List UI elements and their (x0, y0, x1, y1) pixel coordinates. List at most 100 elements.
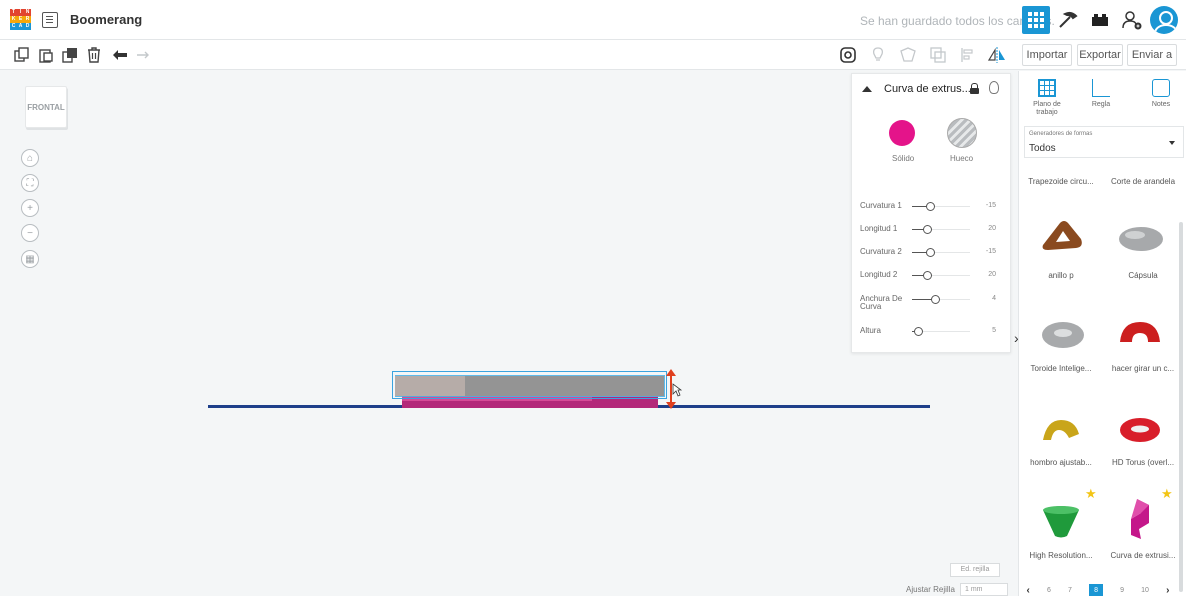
param-value[interactable]: -15 (986, 248, 996, 255)
right-panel: Plano de trabajo Regla Notes Generadores… (1018, 71, 1186, 596)
param-slider-fill (912, 299, 932, 300)
param-value[interactable]: 20 (988, 225, 996, 232)
workplane-icon (1038, 79, 1056, 97)
tinkercad-logo[interactable]: TIN KER CAD (10, 8, 32, 31)
user-avatar[interactable] (1150, 6, 1178, 34)
snap-grid-label: Ajustar Rejilla (906, 585, 955, 594)
redo-icon[interactable] (136, 47, 152, 63)
prev-page-icon[interactable]: ‹ (1027, 585, 1030, 596)
bricks-view-button[interactable] (1086, 6, 1114, 34)
page-number[interactable]: 9 (1120, 587, 1124, 594)
workplane-tool[interactable]: Plano de trabajo (1027, 79, 1067, 117)
shape-adjustable-shoulder[interactable] (1041, 416, 1081, 444)
shape-label[interactable]: Corte de arandela (1104, 177, 1182, 186)
page-number[interactable]: 7 (1068, 587, 1072, 594)
notes-tool[interactable]: Notes (1141, 79, 1181, 109)
param-slider-knob[interactable] (923, 271, 932, 280)
shape-high-resolution[interactable] (1041, 504, 1081, 540)
mouse-cursor-icon (672, 383, 682, 397)
chevron-down-icon (1169, 141, 1175, 145)
design-list-icon[interactable] (42, 11, 58, 28)
hole-button[interactable] (947, 118, 977, 148)
home-view-icon[interactable]: ⌂ (21, 149, 39, 167)
page-number[interactable]: 6 (1047, 587, 1051, 594)
param-row: Curvatura 2 -15 (860, 246, 1008, 260)
light-bulb-icon[interactable] (870, 47, 886, 63)
param-slider-knob[interactable] (926, 248, 935, 257)
blocks-view-button[interactable] (1054, 6, 1082, 34)
ruler-icon (1092, 79, 1110, 97)
zoom-in-icon[interactable]: + (21, 199, 39, 217)
param-row: Altura 5 (860, 325, 1008, 339)
param-row: Longitud 1 20 (860, 223, 1008, 237)
param-slider-knob[interactable] (914, 327, 923, 336)
param-row: Anchura De Curva 4 (860, 293, 1008, 311)
shape-spin-revolve[interactable] (1118, 318, 1162, 348)
shape-generators-select[interactable]: Generadores de formas Todos (1024, 126, 1184, 158)
brick-icon (1092, 14, 1108, 26)
lock-icon[interactable] (970, 83, 979, 94)
3d-design-view-button[interactable] (1022, 6, 1050, 34)
page-number[interactable]: 10 (1141, 587, 1149, 594)
param-row: Curvatura 1 -15 (860, 200, 1008, 214)
top-bar: TIN KER CAD Boomerang Se han guardado to… (0, 0, 1186, 40)
send-to-button[interactable]: Enviar a (1127, 44, 1177, 66)
shape-smart-torus[interactable] (1040, 319, 1086, 351)
param-value[interactable]: 5 (992, 327, 996, 334)
undo-icon[interactable] (112, 47, 128, 63)
design-title[interactable]: Boomerang (70, 12, 142, 27)
ruler-tool[interactable]: Regla (1081, 79, 1121, 109)
shape-capsule[interactable] (1117, 224, 1165, 254)
current-page[interactable]: 8 (1089, 584, 1104, 596)
export-button[interactable]: Exportar (1077, 44, 1123, 66)
pagination: ‹ 6 7 8 9 10 › (1018, 584, 1178, 596)
solid-color-button[interactable] (889, 120, 915, 146)
star-icon: ★ (1161, 486, 1173, 501)
notes-visibility-icon[interactable] (840, 47, 856, 63)
copy-icon[interactable] (14, 47, 30, 63)
param-slider-knob[interactable] (923, 225, 932, 234)
hole-label: Hueco (950, 154, 974, 163)
mirror-icon[interactable] (987, 47, 1005, 63)
param-slider-knob[interactable] (931, 295, 940, 304)
add-user-button[interactable] (1118, 6, 1146, 34)
visibility-bulb-icon[interactable] (989, 81, 999, 94)
trash-icon[interactable] (86, 47, 102, 63)
param-slider-fill (912, 252, 927, 253)
align-icon[interactable] (960, 47, 976, 63)
view-cube[interactable]: FRONTAL (25, 86, 67, 128)
duplicate-icon[interactable] (62, 47, 78, 63)
next-page-icon[interactable]: › (1166, 585, 1169, 596)
paste-icon[interactable] (38, 47, 54, 63)
param-slider-fill (912, 206, 927, 207)
star-icon: ★ (1085, 486, 1097, 501)
edit-grid-button[interactable]: Ed. rejilla (950, 563, 1000, 577)
grid-icon (1028, 12, 1044, 28)
fit-view-icon[interactable]: ⛶ (21, 174, 39, 192)
shape-anillo-p[interactable] (1040, 219, 1084, 253)
shape-extrusion-curve[interactable] (1127, 497, 1151, 541)
shape-list-scrollbar[interactable] (1179, 222, 1183, 592)
collapse-inspector-icon[interactable] (862, 86, 872, 92)
import-button[interactable]: Importar (1022, 44, 1072, 66)
snap-grid-select[interactable]: 1 mm (960, 583, 1008, 596)
shape-name[interactable]: Curva de extrus... (884, 83, 971, 95)
param-label: Longitud 2 (860, 270, 898, 279)
param-value[interactable]: 4 (992, 295, 996, 302)
shape-hd-torus[interactable] (1118, 415, 1162, 445)
shape-label[interactable]: Trapezoide circu... (1022, 177, 1100, 186)
param-label: Longitud 1 (860, 224, 898, 233)
param-value[interactable]: 20 (988, 271, 996, 278)
group-icon[interactable] (900, 47, 916, 63)
ortho-view-icon[interactable]: ▦ (21, 250, 39, 268)
param-value[interactable]: -15 (986, 202, 996, 209)
solid-label: Sólido (892, 154, 915, 163)
param-slider-knob[interactable] (926, 202, 935, 211)
param-label: Curvatura 2 (860, 247, 902, 256)
zoom-out-icon[interactable]: − (21, 224, 39, 242)
param-label: Anchura De Curva (860, 294, 903, 311)
ungroup-icon[interactable] (930, 47, 946, 63)
pickaxe-icon (1059, 11, 1078, 28)
param-label: Altura (860, 326, 881, 335)
selection-box (392, 371, 667, 399)
